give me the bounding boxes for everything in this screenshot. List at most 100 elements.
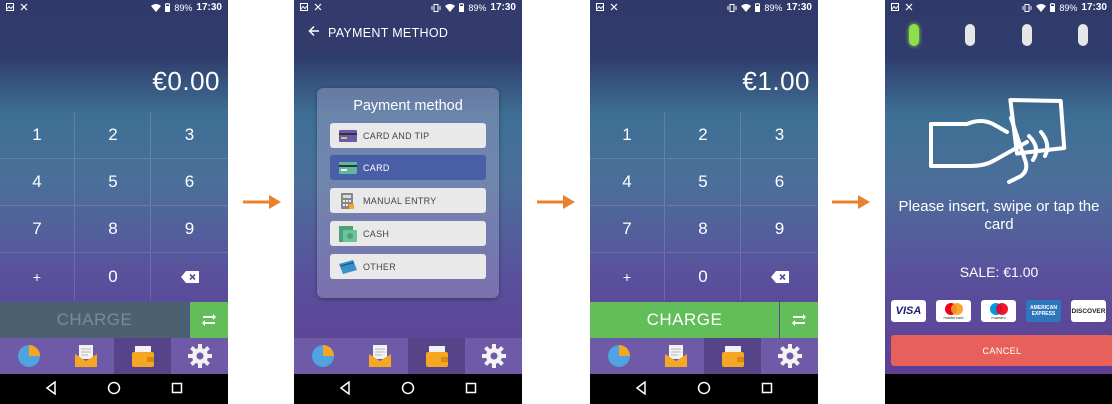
swap-button[interactable] (190, 302, 228, 338)
nav-home-icon[interactable] (697, 381, 711, 395)
back-arrow-icon[interactable] (308, 25, 320, 37)
tab-wallet[interactable] (408, 338, 465, 374)
flow-arrow-icon (243, 195, 281, 209)
image-notification-icon (300, 3, 308, 11)
nav-back-icon[interactable] (45, 381, 57, 395)
gear-icon (777, 344, 802, 368)
key-6[interactable]: 6 (152, 159, 227, 206)
no-sim-icon (20, 3, 28, 11)
method-cash[interactable]: CASH (330, 221, 486, 246)
led-4 (1078, 24, 1088, 46)
method-label: CARD AND TIP (363, 130, 430, 141)
key-8[interactable]: 8 (666, 206, 741, 253)
tab-receipts[interactable] (351, 338, 408, 374)
key-3[interactable]: 3 (152, 112, 227, 159)
method-label: CARD (363, 162, 390, 173)
keypad: 1 2 3 4 5 6 7 8 9 + 0 (590, 112, 818, 302)
method-card-and-tip[interactable]: CARD AND TIP (330, 123, 486, 148)
key-plus[interactable]: + (590, 253, 665, 300)
key-4[interactable]: 4 (590, 159, 665, 206)
screen-payment-method: 89% 17:30 PAYMENT METHOD Payment method … (294, 0, 522, 404)
nav-back-icon[interactable] (635, 381, 647, 395)
key-2[interactable]: 2 (666, 112, 741, 159)
swap-button[interactable] (780, 302, 818, 338)
page-title: PAYMENT METHOD (328, 26, 449, 40)
backspace-key[interactable] (152, 253, 227, 300)
key-plus[interactable]: + (0, 253, 75, 300)
nav-home-icon[interactable] (401, 381, 415, 395)
nav-recents-icon[interactable] (465, 381, 477, 395)
wallet-icon (425, 346, 448, 367)
gear-icon (187, 344, 212, 368)
android-nav-bar (0, 374, 228, 404)
key-9[interactable]: 9 (742, 206, 817, 253)
tab-bar (294, 338, 522, 374)
key-7[interactable]: 7 (0, 206, 75, 253)
tab-receipts[interactable] (57, 338, 114, 374)
swap-icon (202, 314, 216, 326)
method-other[interactable]: OTHER (330, 254, 486, 279)
tab-reports[interactable] (590, 338, 647, 374)
battery-icon (165, 3, 171, 12)
screen-amount-entry-filled: 89% 17:30 €1.00 1 2 3 4 5 6 7 8 9 + 0 CH… (590, 0, 818, 404)
charge-button[interactable]: CHARGE (0, 302, 189, 338)
card-tip-icon (339, 129, 357, 142)
key-1[interactable]: 1 (0, 112, 75, 159)
flow-arrow-icon (832, 195, 870, 209)
nav-recents-icon[interactable] (171, 381, 183, 395)
method-card[interactable]: CARD (330, 155, 486, 180)
key-0[interactable]: 0 (76, 253, 151, 300)
key-4[interactable]: 4 (0, 159, 75, 206)
tab-wallet[interactable] (114, 338, 171, 374)
backspace-key[interactable] (742, 253, 817, 300)
key-2[interactable]: 2 (76, 112, 151, 159)
tab-settings[interactable] (465, 338, 522, 374)
tab-wallet[interactable] (704, 338, 761, 374)
key-5[interactable]: 5 (666, 159, 741, 206)
status-bar: 89% 17:30 (294, 0, 522, 16)
method-label: OTHER (363, 261, 396, 272)
led-2 (965, 24, 975, 46)
key-7[interactable]: 7 (590, 206, 665, 253)
battery-icon (1050, 3, 1056, 12)
nav-recents-icon[interactable] (761, 381, 773, 395)
vibrate-icon (1022, 3, 1032, 12)
key-6[interactable]: 6 (742, 159, 817, 206)
clock: 17:30 (1081, 2, 1107, 13)
key-9[interactable]: 9 (152, 206, 227, 253)
android-nav-bar (294, 374, 522, 404)
maestro-logo: maestro (981, 300, 1016, 322)
status-bar: 89% 17:30 (885, 0, 1112, 16)
status-bar: 89% 17:30 (590, 0, 818, 16)
key-1[interactable]: 1 (590, 112, 665, 159)
mastercard-circles-icon (944, 302, 963, 315)
pie-chart-icon (607, 345, 630, 367)
tab-bar (590, 338, 818, 374)
method-label: MANUAL ENTRY (363, 195, 437, 206)
method-label: CASH (363, 228, 390, 239)
key-8[interactable]: 8 (76, 206, 151, 253)
tab-receipts[interactable] (647, 338, 704, 374)
battery-icon (459, 3, 465, 12)
backspace-icon (770, 270, 789, 283)
tab-reports[interactable] (0, 338, 57, 374)
key-0[interactable]: 0 (666, 253, 741, 300)
tab-settings[interactable] (171, 338, 228, 374)
key-5[interactable]: 5 (76, 159, 151, 206)
led-3 (1022, 24, 1032, 46)
visa-logo: VISA (891, 300, 926, 322)
tab-settings[interactable] (761, 338, 818, 374)
method-manual-entry[interactable]: MANUAL ENTRY (330, 188, 486, 213)
app-bar: PAYMENT METHOD (294, 16, 522, 50)
screen-amount-entry-empty: 89% 17:30 €0.00 1 2 3 4 5 6 7 8 9 + 0 CH… (0, 0, 228, 404)
sale-amount: SALE: €1.00 (959, 264, 1039, 280)
nav-back-icon[interactable] (339, 381, 351, 395)
battery-level: 89% (468, 2, 487, 13)
amex-logo: AMERICAN EXPRESS (1026, 300, 1061, 322)
tab-reports[interactable] (294, 338, 351, 374)
nav-home-icon[interactable] (107, 381, 121, 395)
image-notification-icon (891, 3, 899, 11)
key-3[interactable]: 3 (742, 112, 817, 159)
cancel-button[interactable]: CANCEL (891, 335, 1112, 366)
charge-button[interactable]: CHARGE (590, 302, 779, 338)
